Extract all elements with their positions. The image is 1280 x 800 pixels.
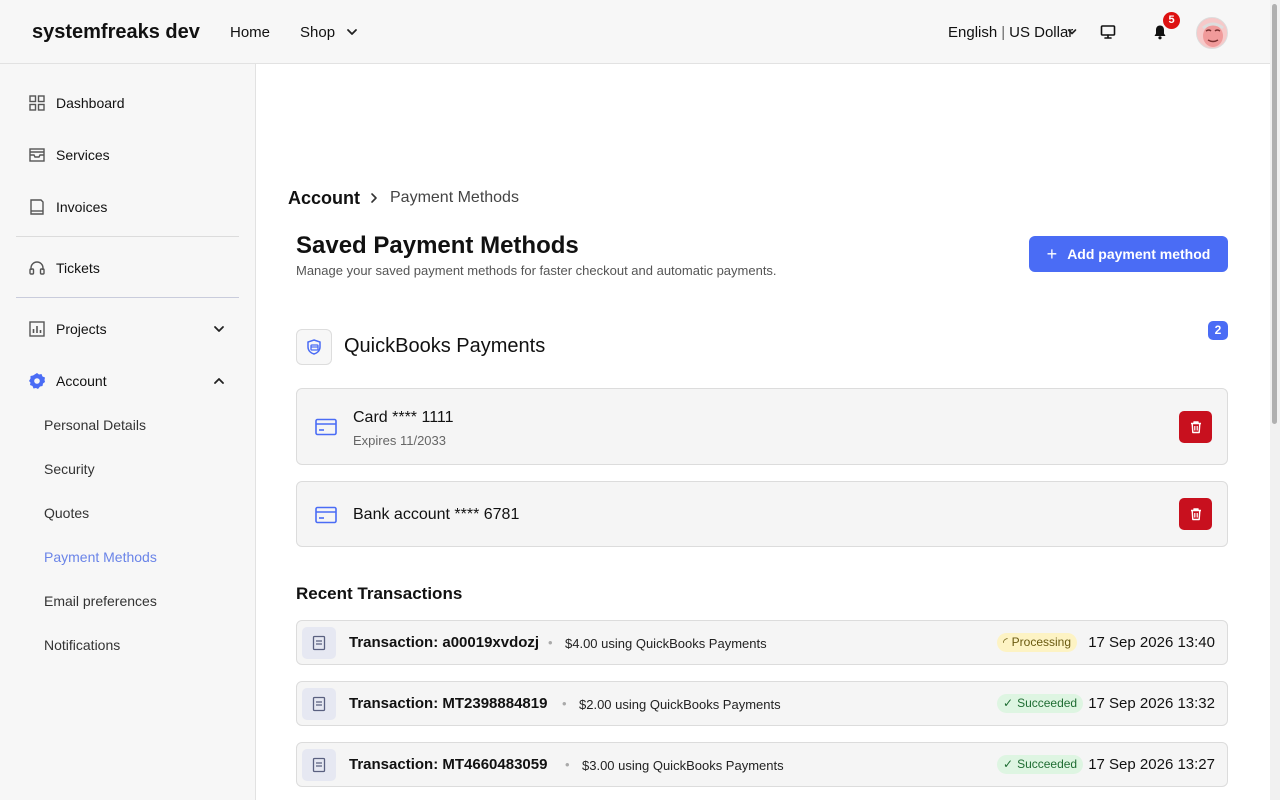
top-header: systemfreaks dev Home Shop English | US Do… xyxy=(0,0,1270,64)
sidebar-item-label: Tickets xyxy=(56,260,100,276)
transaction-title: Transaction: MT4660483059 xyxy=(349,756,548,773)
sidebar-item-projects[interactable]: Projects xyxy=(28,318,107,340)
check-icon: ✓ xyxy=(1003,696,1014,710)
transaction-title: Transaction: MT2398884819 xyxy=(349,695,548,712)
spinner-icon: ◜ xyxy=(1003,635,1008,649)
page-scrollbar[interactable] xyxy=(1270,0,1280,800)
chevron-up-icon[interactable] xyxy=(212,374,226,388)
language-label: English xyxy=(948,24,998,41)
delete-payment-method-button[interactable] xyxy=(1179,411,1212,443)
transaction-row[interactable]: Transaction: MT4660483059 • $3.00 using … xyxy=(296,742,1228,787)
sidebar-item-tickets[interactable]: Tickets xyxy=(28,257,100,279)
inbox-icon xyxy=(29,148,45,162)
receipt-icon xyxy=(302,688,336,720)
sidebar-subitem-personal-details[interactable]: Personal Details xyxy=(44,417,146,433)
transaction-date: 17 Sep 2026 13:40 xyxy=(1088,634,1215,651)
status-badge: ✓ Succeeded xyxy=(997,755,1084,774)
sidebar-item-label: Account xyxy=(56,373,107,389)
status-badge: ◜ Processing xyxy=(997,633,1078,652)
breadcrumb-current: Payment Methods xyxy=(390,189,519,206)
brand-logo[interactable]: systemfreaks dev xyxy=(32,21,200,44)
payment-method-count-badge: 2 xyxy=(1208,321,1228,340)
transaction-detail: $4.00 using QuickBooks Payments xyxy=(565,636,767,651)
trash-icon xyxy=(1190,421,1201,434)
separator-dot: • xyxy=(565,757,570,772)
sidebar-subitem-quotes[interactable]: Quotes xyxy=(44,505,89,521)
sidebar-divider xyxy=(16,297,239,298)
sidebar-subitem-email-preferences[interactable]: Email preferences xyxy=(44,593,157,609)
gateway-icon-box xyxy=(296,329,332,365)
transaction-detail: $2.00 using QuickBooks Payments xyxy=(579,697,781,712)
sidebar-item-services[interactable]: Services xyxy=(28,144,110,166)
transaction-date: 17 Sep 2026 13:27 xyxy=(1088,756,1215,773)
delete-payment-method-button[interactable] xyxy=(1179,498,1212,530)
sidebar-item-dashboard[interactable]: Dashboard xyxy=(28,92,125,114)
payment-method-card: Bank account **** 6781 xyxy=(296,481,1228,547)
headset-icon xyxy=(29,261,45,275)
receipt-icon xyxy=(302,749,336,781)
nav-home-link[interactable]: Home xyxy=(230,24,270,41)
sidebar-item-label: Projects xyxy=(56,321,107,337)
currency-label: US Dollar xyxy=(1009,24,1074,41)
plus-icon: + xyxy=(1046,243,1058,264)
payment-method-title: Card **** 1111 xyxy=(353,409,454,426)
status-label: Succeeded xyxy=(1017,696,1078,710)
trash-icon xyxy=(1190,508,1201,521)
chart-icon xyxy=(29,321,45,337)
dashboard-icon xyxy=(29,95,45,111)
sidebar-subitem-security[interactable]: Security xyxy=(44,461,95,477)
gateway-name: QuickBooks Payments xyxy=(344,335,546,357)
separator-dot: • xyxy=(562,696,567,711)
status-label: Succeeded xyxy=(1017,757,1078,771)
receipt-icon xyxy=(302,627,336,659)
notification-count-badge: 5 xyxy=(1163,12,1180,29)
avatar-face-icon xyxy=(1197,18,1227,48)
sidebar-subitem-payment-methods[interactable]: Payment Methods xyxy=(44,549,157,565)
shield-card-icon xyxy=(307,339,321,355)
check-icon: ✓ xyxy=(1003,757,1014,771)
add-payment-method-label: Add payment method xyxy=(1067,246,1211,262)
page-title: Saved Payment Methods xyxy=(296,232,579,259)
chevron-down-icon[interactable] xyxy=(1066,26,1078,38)
separator-dot: • xyxy=(548,635,553,650)
monitor-icon[interactable] xyxy=(1100,24,1116,40)
sidebar-item-label: Invoices xyxy=(56,199,108,215)
payment-method-expiry: Expires 11/2033 xyxy=(353,433,446,448)
locale-selector[interactable]: English | US Dollar xyxy=(948,24,1073,41)
gear-icon xyxy=(29,373,45,389)
credit-card-icon xyxy=(315,418,337,436)
transaction-row[interactable]: Transaction: a00019xvdozj • $4.00 using … xyxy=(296,620,1228,665)
payment-method-card: Card **** 1111 Expires 11/2033 xyxy=(296,388,1228,465)
transaction-title: Transaction: a00019xvdozj xyxy=(349,634,540,651)
status-badge: ✓ Succeeded xyxy=(997,694,1084,713)
sidebar-item-account[interactable]: Account xyxy=(28,370,107,392)
sidebar-subitem-notifications[interactable]: Notifications xyxy=(44,637,120,653)
sidebar-item-label: Dashboard xyxy=(56,95,125,111)
breadcrumb-account-link[interactable]: Account xyxy=(288,188,360,209)
recent-transactions-title: Recent Transactions xyxy=(296,584,463,603)
credit-card-icon xyxy=(315,506,337,524)
chevron-down-icon[interactable] xyxy=(212,322,226,336)
scrollbar-thumb[interactable] xyxy=(1272,4,1277,424)
add-payment-method-button[interactable]: + Add payment method xyxy=(1029,236,1228,272)
sidebar-item-label: Services xyxy=(56,147,110,163)
locale-separator: | xyxy=(1001,24,1006,41)
sidebar-item-invoices[interactable]: Invoices xyxy=(28,196,107,218)
transaction-detail: $3.00 using QuickBooks Payments xyxy=(582,758,784,773)
chevron-right-icon xyxy=(371,193,377,203)
avatar[interactable] xyxy=(1196,17,1228,49)
page-subtitle: Manage your saved payment methods for fa… xyxy=(296,263,777,278)
nav-shop-link[interactable]: Shop xyxy=(300,24,335,41)
sidebar-divider xyxy=(16,236,239,237)
payment-method-title: Bank account **** 6781 xyxy=(353,506,520,523)
invoice-icon xyxy=(30,199,44,215)
chevron-down-icon[interactable] xyxy=(345,25,359,39)
transaction-date: 17 Sep 2026 13:32 xyxy=(1088,695,1215,712)
sidebar: Dashboard Services Invoices Tickets Proj… xyxy=(0,64,256,800)
transaction-row[interactable]: Transaction: MT2398884819 • $2.00 using … xyxy=(296,681,1228,726)
status-label: Processing xyxy=(1011,635,1072,649)
